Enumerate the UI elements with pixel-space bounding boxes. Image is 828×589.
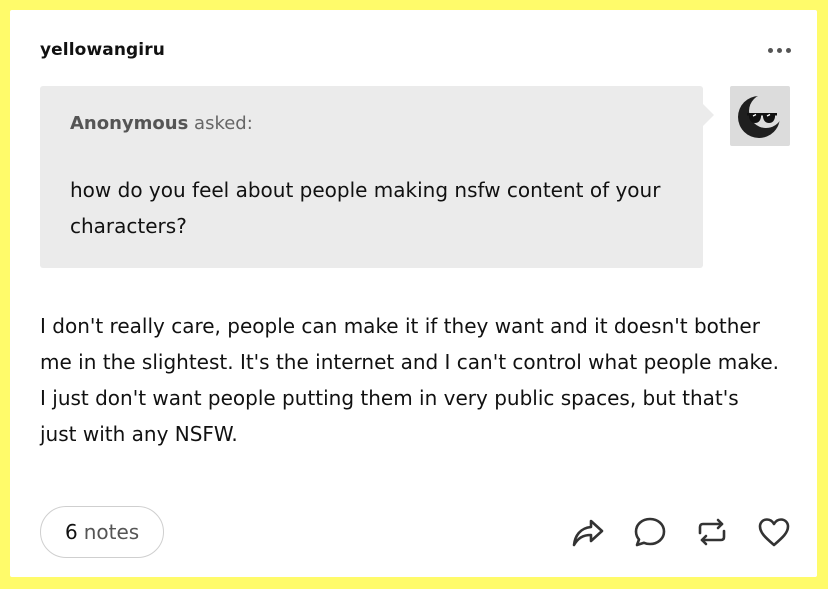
asker-line: Anonymous asked: bbox=[70, 113, 253, 134]
post-actions bbox=[569, 513, 792, 550]
ask-question: how do you feel about people making nsfw… bbox=[70, 178, 661, 238]
share-icon bbox=[572, 519, 603, 546]
reply-button[interactable] bbox=[631, 513, 668, 550]
asked-label: asked: bbox=[194, 113, 253, 134]
reblog-icon bbox=[698, 518, 725, 545]
asker-name: Anonymous bbox=[70, 113, 189, 134]
post-header: yellowangiru bbox=[40, 38, 791, 62]
share-button[interactable] bbox=[569, 513, 606, 550]
notes-button[interactable]: 6 notes bbox=[40, 506, 165, 558]
more-horizontal-icon bbox=[768, 47, 773, 53]
post-card: yellowangiru Anonymous asked: how do you… bbox=[10, 10, 817, 577]
ask-bubble: Anonymous asked: how do you feel about p… bbox=[40, 86, 714, 268]
reblog-button[interactable] bbox=[693, 513, 730, 550]
asker-avatar[interactable] bbox=[730, 86, 790, 146]
like-icon bbox=[758, 517, 789, 546]
sunglasses-moon-avatar-icon bbox=[738, 94, 783, 138]
notes-count: 6 bbox=[65, 520, 78, 544]
post-username[interactable]: yellowangiru bbox=[40, 40, 165, 60]
notes-label: notes bbox=[83, 520, 140, 544]
like-button[interactable] bbox=[755, 513, 792, 550]
more-options-button[interactable] bbox=[768, 44, 791, 57]
reply-icon bbox=[634, 517, 665, 546]
answer-text: I don't really care, people can make it … bbox=[40, 314, 780, 446]
